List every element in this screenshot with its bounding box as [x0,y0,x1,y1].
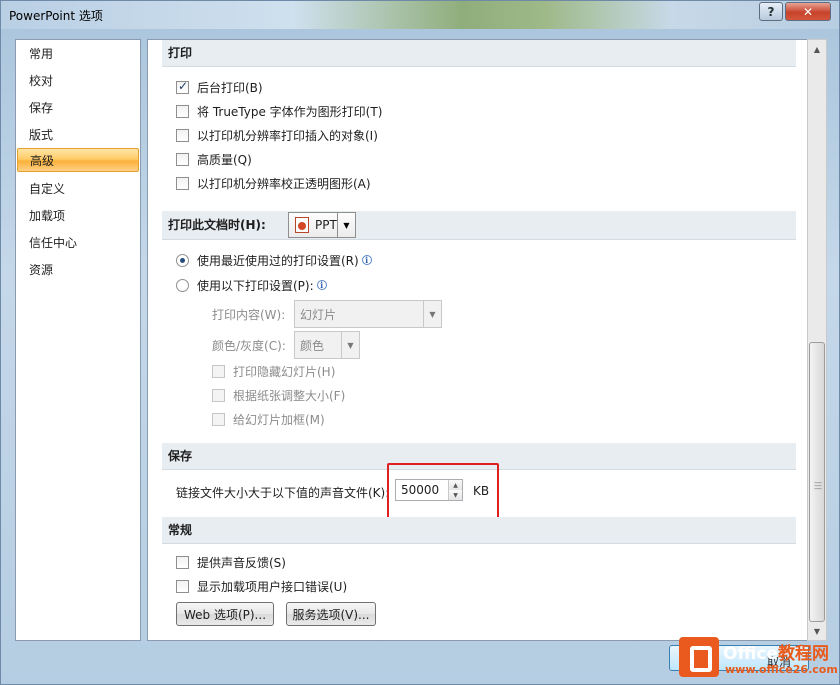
title-bar[interactable]: PowerPoint 选项 ? ✕ [1,1,839,29]
close-icon: ✕ [802,4,814,19]
option-truetype-graphics[interactable]: 将 TrueType 字体作为图形打印(T) [176,101,382,121]
option-transparent-graphics[interactable]: 以打印机分辨率校正透明图形(A) [176,173,371,193]
nav-item-save[interactable]: 保存 [17,96,139,120]
option-frame-slides[interactable]: 给幻灯片加框(M) [212,409,325,429]
document-select-value: PPT [315,218,337,232]
option-scale-to-paper[interactable]: 根据纸张调整大小(F) [212,385,345,405]
checkbox[interactable] [176,79,189,94]
help-button[interactable]: ? [759,2,783,21]
option-print-hidden-slides[interactable]: 打印隐藏幻灯片(H) [212,361,335,381]
print-what-label: 打印内容(W): [212,308,286,322]
nav-item-trust-center[interactable]: 信任中心 [17,231,139,255]
color-label: 颜色/灰度(C): [212,339,286,353]
option-high-quality[interactable]: 高质量(Q) [176,149,252,169]
checkbox[interactable] [176,152,189,166]
option-printer-resolution-objects[interactable]: 以打印机分辨率打印插入的对象(I) [176,125,378,145]
nav-item-addins[interactable]: 加载项 [17,204,139,228]
checkbox[interactable] [176,579,189,593]
nav-item-customize[interactable]: 自定义 [17,177,139,201]
nav-item-common[interactable]: 常用 [17,42,139,66]
category-nav: 常用 校对 保存 版式 高级 自定义 加载项 信任中心 资源 [15,39,141,641]
web-options-button[interactable]: Web 选项(P)... [176,602,274,626]
checkbox[interactable] [176,555,189,569]
option-label: 以打印机分辨率打印插入的对象(I) [197,128,378,143]
checkbox[interactable] [212,388,225,402]
dropdown-arrow-icon: ▼ [337,213,355,237]
option-label: 高质量(Q) [197,152,252,167]
section-header-print-document: 打印此文档时(H): [162,211,796,240]
checkbox[interactable] [176,104,189,118]
option-label: 后台打印(B) [197,80,263,95]
option-label: 提供声音反馈(S) [197,555,286,570]
checkbox[interactable] [176,128,189,142]
nav-item-proofing[interactable]: 校对 [17,69,139,93]
scrollbar-thumb[interactable]: — — — [809,342,825,622]
options-panel: 打印 后台打印(B) 将 TrueType 字体作为图形打印(T) 以打印机分辨… [147,39,827,641]
options-dialog: PowerPoint 选项 ? ✕ 常用 校对 保存 版式 高级 自定义 加载项… [0,0,840,685]
color-value: 颜色 [300,338,325,353]
service-options-button[interactable]: 服务选项(V)... [286,602,376,626]
document-select[interactable]: PPT ▼ [288,212,356,238]
brand-suffix: 教程网 [778,644,830,664]
section-title: 打印此文档时(H): [168,218,266,232]
info-icon: i [361,255,372,265]
office-logo-icon [679,637,719,677]
option-label: 将 TrueType 字体作为图形打印(T) [197,104,383,119]
checkbox[interactable] [176,176,189,190]
link-sound-label: 链接文件大小大于以下值的声音文件(K): [176,486,390,500]
print-what-select[interactable]: 幻灯片 ▼ [294,300,442,328]
highlight-box [387,463,499,519]
radio-label: 使用最近使用过的打印设置(R) [197,253,359,268]
vertical-scrollbar[interactable]: ▲ — — — ▼ [807,39,827,641]
print-what-value: 幻灯片 [300,307,337,322]
option-label: 给幻灯片加框(M) [233,412,325,427]
checkbox[interactable] [212,364,225,378]
dropdown-arrow-icon: ▼ [423,301,441,327]
nav-item-layout[interactable]: 版式 [17,123,139,147]
radio-button[interactable] [176,278,189,292]
close-button[interactable]: ✕ [785,2,831,21]
option-sound-feedback[interactable]: 提供声音反馈(S) [176,552,286,572]
option-addin-ui-errors[interactable]: 显示加载项用户接口错误(U) [176,576,347,596]
radio-button[interactable] [176,253,189,267]
option-label: 根据纸张调整大小(F) [233,388,346,403]
info-icon: i [316,280,327,290]
watermark: Office教程网 www.office26.com [669,633,838,683]
ppt-file-icon [295,217,309,233]
option-background-print[interactable]: 后台打印(B) [176,77,263,97]
radio-custom-settings[interactable]: 使用以下打印设置(P): i [176,275,327,295]
window-title: PowerPoint 选项 [9,9,103,23]
section-header-print: 打印 [162,40,796,67]
brand-name: Office [723,644,779,664]
grip-icon: — — — [814,478,822,493]
watermark-url: www.office26.com [725,663,838,676]
option-label: 以打印机分辨率校正透明图形(A) [197,176,371,191]
option-label: 打印隐藏幻灯片(H) [233,364,336,379]
watermark-brand: Office教程网 [723,639,829,664]
radio-label: 使用以下打印设置(P): [197,278,314,293]
radio-recent-settings[interactable]: 使用最近使用过的打印设置(R) i [176,250,372,270]
scroll-up-icon[interactable]: ▲ [808,40,826,58]
option-label: 显示加载项用户接口错误(U) [197,579,348,594]
section-header-general: 常规 [162,517,796,544]
nav-item-advanced[interactable]: 高级 [17,148,139,172]
dropdown-arrow-icon: ▼ [341,332,359,358]
color-select[interactable]: 颜色 ▼ [294,331,360,359]
nav-item-resources[interactable]: 资源 [17,258,139,282]
checkbox[interactable] [212,412,225,426]
